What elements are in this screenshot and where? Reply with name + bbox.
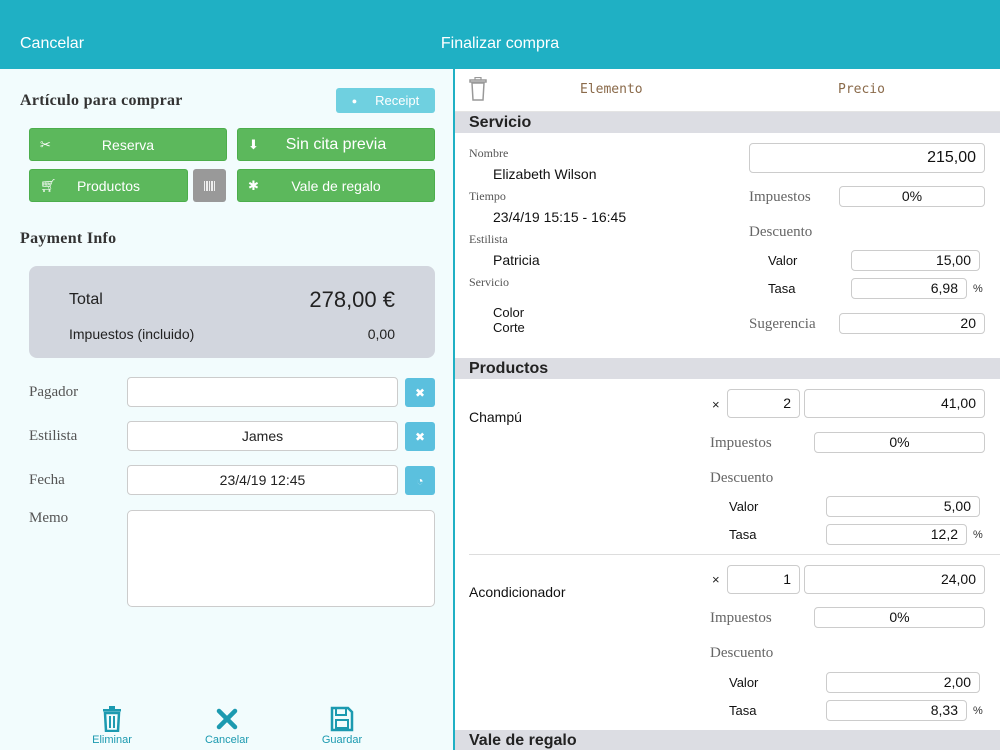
descuento-label: Descuento — [710, 645, 774, 661]
gift-icon: ✱ — [248, 178, 259, 193]
tasa-input[interactable]: 12,2 — [826, 524, 967, 545]
valor-input[interactable]: 5,00 — [826, 496, 980, 517]
walk-in-icon: ⬇ — [248, 137, 259, 152]
estilista-value: Patricia — [493, 252, 540, 268]
vale-regalo-button[interactable]: ✱ Vale de regalo — [237, 169, 435, 202]
servicio-value-color: Color — [493, 305, 525, 320]
impuestos-label: Impuestos — [749, 189, 811, 205]
clear-estilista-button[interactable]: ✖ — [405, 422, 435, 451]
reserva-button[interactable]: ✂ Reserva — [29, 128, 227, 161]
impuestos-label: Impuestos — [710, 610, 772, 626]
payment-heading: Payment Info — [20, 230, 117, 247]
clear-pagador-button[interactable]: ✖ — [405, 378, 435, 407]
eliminar-button[interactable]: Eliminar — [72, 706, 152, 746]
close-icon: ✖ — [414, 429, 426, 444]
tasa-input[interactable]: 8,33 — [826, 700, 967, 721]
pagador-label: Pagador — [29, 384, 79, 400]
product-divider — [469, 554, 1000, 555]
estilista-input[interactable]: James — [127, 421, 398, 451]
valor-label: Valor — [768, 253, 798, 268]
pagador-input[interactable] — [127, 377, 398, 407]
impuestos-label: Impuestos — [710, 435, 772, 451]
scissors-icon: ✂ — [40, 137, 51, 152]
nombre-label: Nombre — [469, 146, 509, 160]
cancelar-button[interactable]: Cancelar — [187, 706, 267, 746]
save-icon — [302, 706, 382, 734]
percent-sign: % — [973, 283, 983, 295]
total-label: Total — [69, 291, 103, 308]
cart-icon: 🛒︎ — [40, 178, 57, 193]
impuestos-select[interactable]: 0% — [839, 186, 985, 207]
tasa-label: Tasa — [729, 703, 757, 718]
right-panel: Elemento Precio Servicio Nombre Elizabet… — [455, 69, 1000, 750]
tiempo-label: Tiempo — [469, 189, 506, 203]
items-heading: Artículo para comprar — [20, 92, 183, 109]
percent-sign: % — [973, 705, 983, 717]
column-elemento: Elemento — [580, 82, 643, 97]
tax-label: Impuestos (incluido) — [69, 326, 195, 342]
descuento-label: Descuento — [749, 224, 813, 240]
product-price-input[interactable]: 24,00 — [804, 565, 985, 594]
quantity-input[interactable]: 1 — [727, 565, 800, 594]
impuestos-select[interactable]: 0% — [814, 607, 985, 628]
product-name: Acondicionador — [469, 584, 566, 600]
barcode-icon — [203, 180, 216, 191]
descuento-label: Descuento — [710, 470, 774, 486]
payment-summary: Total 278,00 € Impuestos (incluido) 0,00 — [29, 266, 435, 358]
vale-section-header: Vale de regalo — [455, 730, 1000, 750]
tax-value: 0,00 — [367, 326, 395, 342]
sugerencia-label: Sugerencia — [749, 316, 816, 332]
receipt-button[interactable]: ● Receipt — [336, 88, 435, 113]
tasa-label: Tasa — [768, 281, 796, 296]
trash-icon — [72, 706, 152, 734]
servicio-section-header: Servicio — [455, 112, 1000, 133]
servicio-value-corte: Corte — [493, 320, 525, 335]
valor-label: Valor — [729, 675, 759, 690]
close-icon — [187, 706, 267, 734]
valor-label: Valor — [729, 499, 759, 514]
product-name: Champú — [469, 409, 522, 425]
memo-textarea[interactable] — [127, 510, 435, 607]
percent-sign: % — [973, 529, 983, 541]
bottom-toolbar: Eliminar Cancelar Guardar — [0, 702, 453, 750]
tasa-input[interactable]: 6,98 — [851, 278, 967, 299]
guardar-button[interactable]: Guardar — [302, 706, 382, 746]
nombre-value: Elizabeth Wilson — [493, 166, 597, 182]
times-sign: × — [712, 397, 720, 412]
fecha-input[interactable]: 23/4/19 12:45 — [127, 465, 398, 495]
servicio-label: Servicio — [469, 275, 509, 289]
barcode-button[interactable] — [193, 169, 226, 202]
service-price-input[interactable]: 215,00 — [749, 143, 985, 173]
total-value: 278,00 € — [309, 287, 395, 312]
trash-icon[interactable] — [469, 76, 487, 104]
estilista-label: Estilista — [469, 232, 508, 246]
sugerencia-input[interactable]: 20 — [839, 313, 985, 334]
close-icon: ✖ — [414, 385, 426, 400]
valor-input[interactable]: 15,00 — [851, 250, 980, 271]
impuestos-select[interactable]: 0% — [814, 432, 985, 453]
left-panel: Artículo para comprar ● Receipt ✂ Reserv… — [0, 69, 453, 750]
quantity-input[interactable]: 2 — [727, 389, 800, 418]
column-header: Elemento Precio — [455, 69, 1000, 112]
tasa-label: Tasa — [729, 527, 757, 542]
fecha-label: Fecha — [29, 472, 65, 488]
productos-button[interactable]: 🛒︎ Productos — [29, 169, 188, 202]
valor-input[interactable]: 2,00 — [826, 672, 980, 693]
lock-icon: ● — [351, 95, 358, 106]
page-title: Finalizar compra — [440, 35, 560, 52]
memo-label: Memo — [29, 510, 69, 526]
top-bar: Cancelar Finalizar compra — [0, 0, 1000, 69]
product-price-input[interactable]: 41,00 — [804, 389, 985, 418]
productos-section-header: Productos — [455, 358, 1000, 379]
clock-icon: ◔ — [416, 473, 424, 488]
estilista-label: Estilista — [29, 428, 78, 444]
times-sign: × — [712, 572, 720, 587]
sin-cita-button[interactable]: ⬇ Sin cita previa — [237, 128, 435, 161]
clock-button[interactable]: ◔ — [405, 466, 435, 495]
tiempo-value: 23/4/19 15:15 - 16:45 — [493, 209, 627, 225]
column-precio: Precio — [838, 82, 885, 97]
